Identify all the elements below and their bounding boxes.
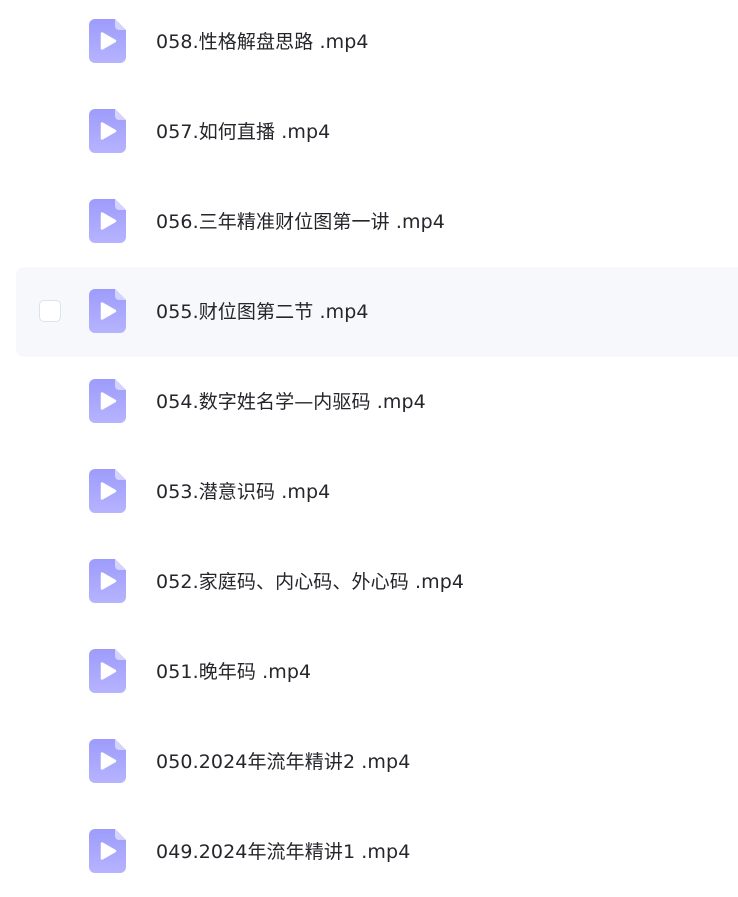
video-file-icon (89, 739, 126, 783)
file-row[interactable]: 056.三年精准财位图第一讲 .mp4 (16, 177, 738, 267)
file-row[interactable]: 058.性格解盘思路 .mp4 (16, 0, 738, 87)
file-name[interactable]: 050.2024年流年精讲2 .mp4 (156, 717, 410, 807)
file-name[interactable]: 057.如何直播 .mp4 (156, 87, 330, 177)
file-row[interactable]: 049.2024年流年精讲1 .mp4 (16, 807, 738, 897)
file-name[interactable]: 058.性格解盘思路 .mp4 (156, 0, 369, 87)
file-name[interactable]: 049.2024年流年精讲1 .mp4 (156, 807, 410, 897)
file-row[interactable]: 055.财位图第二节 .mp4 (16, 267, 738, 357)
file-list: 058.性格解盘思路 .mp4 057.如何直播 .mp4 056.三年精准财位… (0, 0, 738, 897)
file-name[interactable]: 055.财位图第二节 .mp4 (156, 267, 369, 357)
video-file-icon (89, 19, 126, 63)
video-file-icon (89, 829, 126, 873)
file-row[interactable]: 054.数字姓名学—内驱码 .mp4 (16, 357, 738, 447)
file-row[interactable]: 052.家庭码、内心码、外心码 .mp4 (16, 537, 738, 627)
video-file-icon (89, 289, 126, 333)
video-file-icon (89, 649, 126, 693)
file-row[interactable]: 057.如何直播 .mp4 (16, 87, 738, 177)
file-name[interactable]: 054.数字姓名学—内驱码 .mp4 (156, 357, 426, 447)
video-file-icon (89, 469, 126, 513)
file-name[interactable]: 053.潜意识码 .mp4 (156, 447, 330, 537)
file-row[interactable]: 050.2024年流年精讲2 .mp4 (16, 717, 738, 807)
row-checkbox[interactable] (39, 300, 61, 322)
file-row[interactable]: 053.潜意识码 .mp4 (16, 447, 738, 537)
video-file-icon (89, 109, 126, 153)
file-row[interactable]: 051.晚年码 .mp4 (16, 627, 738, 717)
video-file-icon (89, 199, 126, 243)
file-name[interactable]: 052.家庭码、内心码、外心码 .mp4 (156, 537, 464, 627)
video-file-icon (89, 379, 126, 423)
file-name[interactable]: 056.三年精准财位图第一讲 .mp4 (156, 177, 445, 267)
video-file-icon (89, 559, 126, 603)
file-name[interactable]: 051.晚年码 .mp4 (156, 627, 311, 717)
